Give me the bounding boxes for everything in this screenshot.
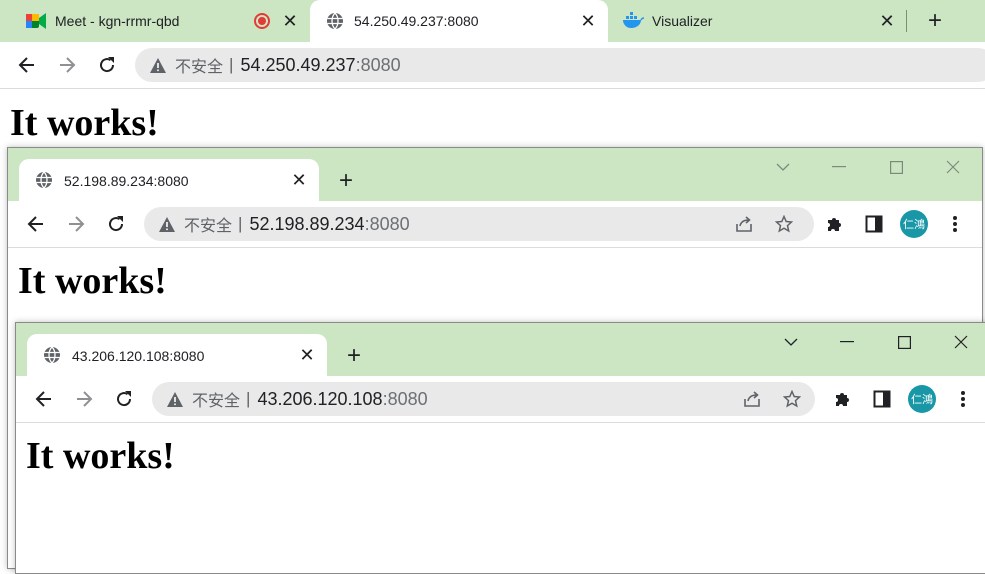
- reload-button[interactable]: [102, 210, 130, 238]
- side-panel-icon[interactable]: [870, 387, 894, 411]
- tab-52-198-89-234[interactable]: 52.198.89.234:8080 ✕: [19, 159, 319, 201]
- forward-button[interactable]: [62, 210, 90, 238]
- url-port: :8080: [364, 213, 410, 234]
- reload-button[interactable]: [110, 385, 138, 413]
- tab-43-206-120-108[interactable]: 43.206.120.108:8080 ✕: [27, 334, 327, 376]
- tab-divider: [906, 10, 907, 32]
- tab-close-button[interactable]: ✕: [289, 170, 309, 190]
- warning-icon: [166, 390, 184, 408]
- address-bar[interactable]: 不安全 | 52.198.89.234:8080: [144, 207, 814, 241]
- insecure-label: 不安全: [192, 393, 241, 410]
- separator: |: [238, 214, 243, 233]
- tab-title: 43.206.120.108:8080: [72, 348, 205, 364]
- new-tab-button[interactable]: +: [333, 168, 359, 194]
- separator: |: [229, 55, 234, 74]
- menu-icon[interactable]: [950, 212, 960, 236]
- tab-title: 54.250.49.237:8080: [354, 13, 479, 29]
- tab-title: Meet - kgn-rrmr-qbd: [55, 13, 180, 29]
- new-tab-button[interactable]: +: [922, 8, 948, 34]
- google-meet-icon: [26, 12, 46, 30]
- maximize-button[interactable]: [881, 152, 911, 182]
- maximize-button[interactable]: [889, 327, 919, 357]
- extensions-puzzle-icon[interactable]: [823, 212, 847, 236]
- tab-title: 52.198.89.234:8080: [64, 173, 189, 189]
- url-host: 52.198.89.234: [249, 213, 365, 234]
- globe-icon: [43, 346, 61, 364]
- close-window-button[interactable]: [946, 327, 976, 357]
- globe-icon: [35, 171, 53, 189]
- share-icon[interactable]: [734, 214, 754, 234]
- close-window-button[interactable]: [938, 152, 968, 182]
- insecure-label: 不安全: [184, 218, 233, 235]
- tab-54-250-49-237[interactable]: 54.250.49.237:8080 ✕: [310, 0, 608, 42]
- back-button[interactable]: [30, 385, 58, 413]
- tab-close-button[interactable]: ✕: [877, 11, 897, 31]
- tab-close-button[interactable]: ✕: [578, 11, 598, 31]
- toolbar: 不安全 | 43.206.120.108:8080 仁鴻: [16, 376, 985, 423]
- address-bar[interactable]: 不安全 | 43.206.120.108:8080: [152, 382, 815, 416]
- tab-strip: Meet - kgn-rrmr-qbd ✕ 54.250.49.237:8080…: [0, 0, 985, 42]
- bookmark-star-icon[interactable]: [782, 389, 802, 409]
- bookmark-star-icon[interactable]: [774, 214, 794, 234]
- address-bar[interactable]: 不安全 | 54.250.49.237:8080: [135, 48, 985, 82]
- back-button[interactable]: [22, 210, 50, 238]
- tab-title: Visualizer: [652, 13, 713, 29]
- profile-avatar[interactable]: 仁鴻: [908, 385, 936, 413]
- warning-icon: [149, 56, 167, 74]
- side-panel-icon[interactable]: [862, 212, 886, 236]
- minimize-button[interactable]: [824, 152, 854, 182]
- tab-search-button[interactable]: [776, 327, 806, 357]
- share-icon[interactable]: [742, 389, 762, 409]
- page-heading: It works!: [26, 435, 175, 477]
- docker-whale-icon: [622, 12, 645, 28]
- extensions-puzzle-icon[interactable]: [831, 387, 855, 411]
- reload-button[interactable]: [93, 51, 121, 79]
- tab-strip: 43.206.120.108:8080 ✕ +: [16, 323, 985, 376]
- tab-close-button[interactable]: ✕: [280, 11, 300, 31]
- warning-icon: [158, 215, 176, 233]
- back-button[interactable]: [13, 51, 41, 79]
- url-host: 43.206.120.108: [257, 388, 383, 409]
- tab-meet[interactable]: Meet - kgn-rrmr-qbd ✕: [10, 0, 306, 42]
- tab-close-button[interactable]: ✕: [297, 345, 317, 365]
- recording-indicator-icon: [254, 13, 270, 29]
- page-heading: It works!: [18, 260, 167, 302]
- browser-window-43-206-120-108: 43.206.120.108:8080 ✕ + 不安全 | 43.206.120…: [15, 322, 985, 574]
- insecure-label: 不安全: [175, 59, 224, 76]
- profile-avatar[interactable]: 仁鴻: [900, 210, 928, 238]
- url-port: :8080: [382, 388, 428, 409]
- menu-icon[interactable]: [958, 387, 968, 411]
- tab-search-button[interactable]: [768, 152, 798, 182]
- forward-button[interactable]: [53, 51, 81, 79]
- toolbar: 不安全 | 52.198.89.234:8080 仁鴻: [8, 201, 982, 248]
- minimize-button[interactable]: [832, 327, 862, 357]
- page-heading: It works!: [10, 102, 159, 144]
- toolbar: 不安全 | 54.250.49.237:8080: [0, 42, 985, 89]
- tab-visualizer[interactable]: Visualizer ✕: [612, 0, 904, 42]
- url-host: 54.250.49.237: [240, 54, 356, 75]
- url-port: :8080: [355, 54, 401, 75]
- tab-strip: 52.198.89.234:8080 ✕ +: [8, 148, 982, 201]
- separator: |: [246, 389, 251, 408]
- forward-button[interactable]: [70, 385, 98, 413]
- globe-icon: [326, 12, 344, 30]
- new-tab-button[interactable]: +: [341, 343, 367, 369]
